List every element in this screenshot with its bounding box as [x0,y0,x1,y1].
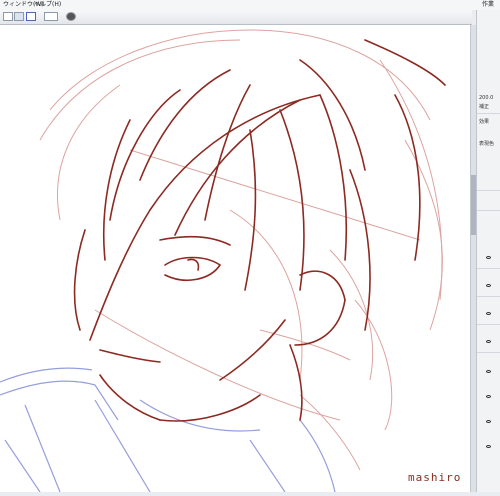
layer-visibility-icon[interactable] [486,256,491,259]
toolbar [0,10,472,25]
divider [477,113,500,114]
layer-visibility-icon[interactable] [486,312,491,315]
layer-row[interactable] [477,268,500,269]
layer-visibility-icon[interactable] [486,370,491,373]
correction-label: 補正 [479,104,490,110]
effect-label: 効果 [479,119,490,125]
layer-row[interactable] [477,296,500,297]
display-color-label: 表現色 [479,141,495,147]
layer-visibility-icon[interactable] [486,340,491,343]
right-panel: 200.0 補正 効果 表現色 [476,10,500,492]
layer-visibility-icon[interactable] [486,395,491,398]
divider [477,190,500,191]
view-icon[interactable] [44,12,58,21]
menu-help[interactable]: ヘルプ(H) [34,0,61,10]
drawing-canvas[interactable] [0,25,472,493]
layer-row[interactable] [477,352,500,353]
menu-workspace[interactable]: 作業 [482,0,494,10]
move-tool-icon[interactable] [14,12,24,21]
figure-icon[interactable] [26,12,36,21]
layer-visibility-icon[interactable] [486,445,491,448]
brush-size-value[interactable]: 200.0 [479,95,493,101]
help-icon[interactable] [66,12,76,21]
select-tool-icon[interactable] [3,12,13,21]
artist-signature: mashiro [408,471,462,484]
menu-bar: ウィンドウ(W) ヘルプ(H) 作業 [0,0,500,10]
layer-visibility-icon[interactable] [486,420,491,423]
layer-row[interactable] [477,324,500,325]
sketch-artwork [0,29,446,493]
divider [477,210,500,211]
layer-visibility-icon[interactable] [486,284,491,287]
